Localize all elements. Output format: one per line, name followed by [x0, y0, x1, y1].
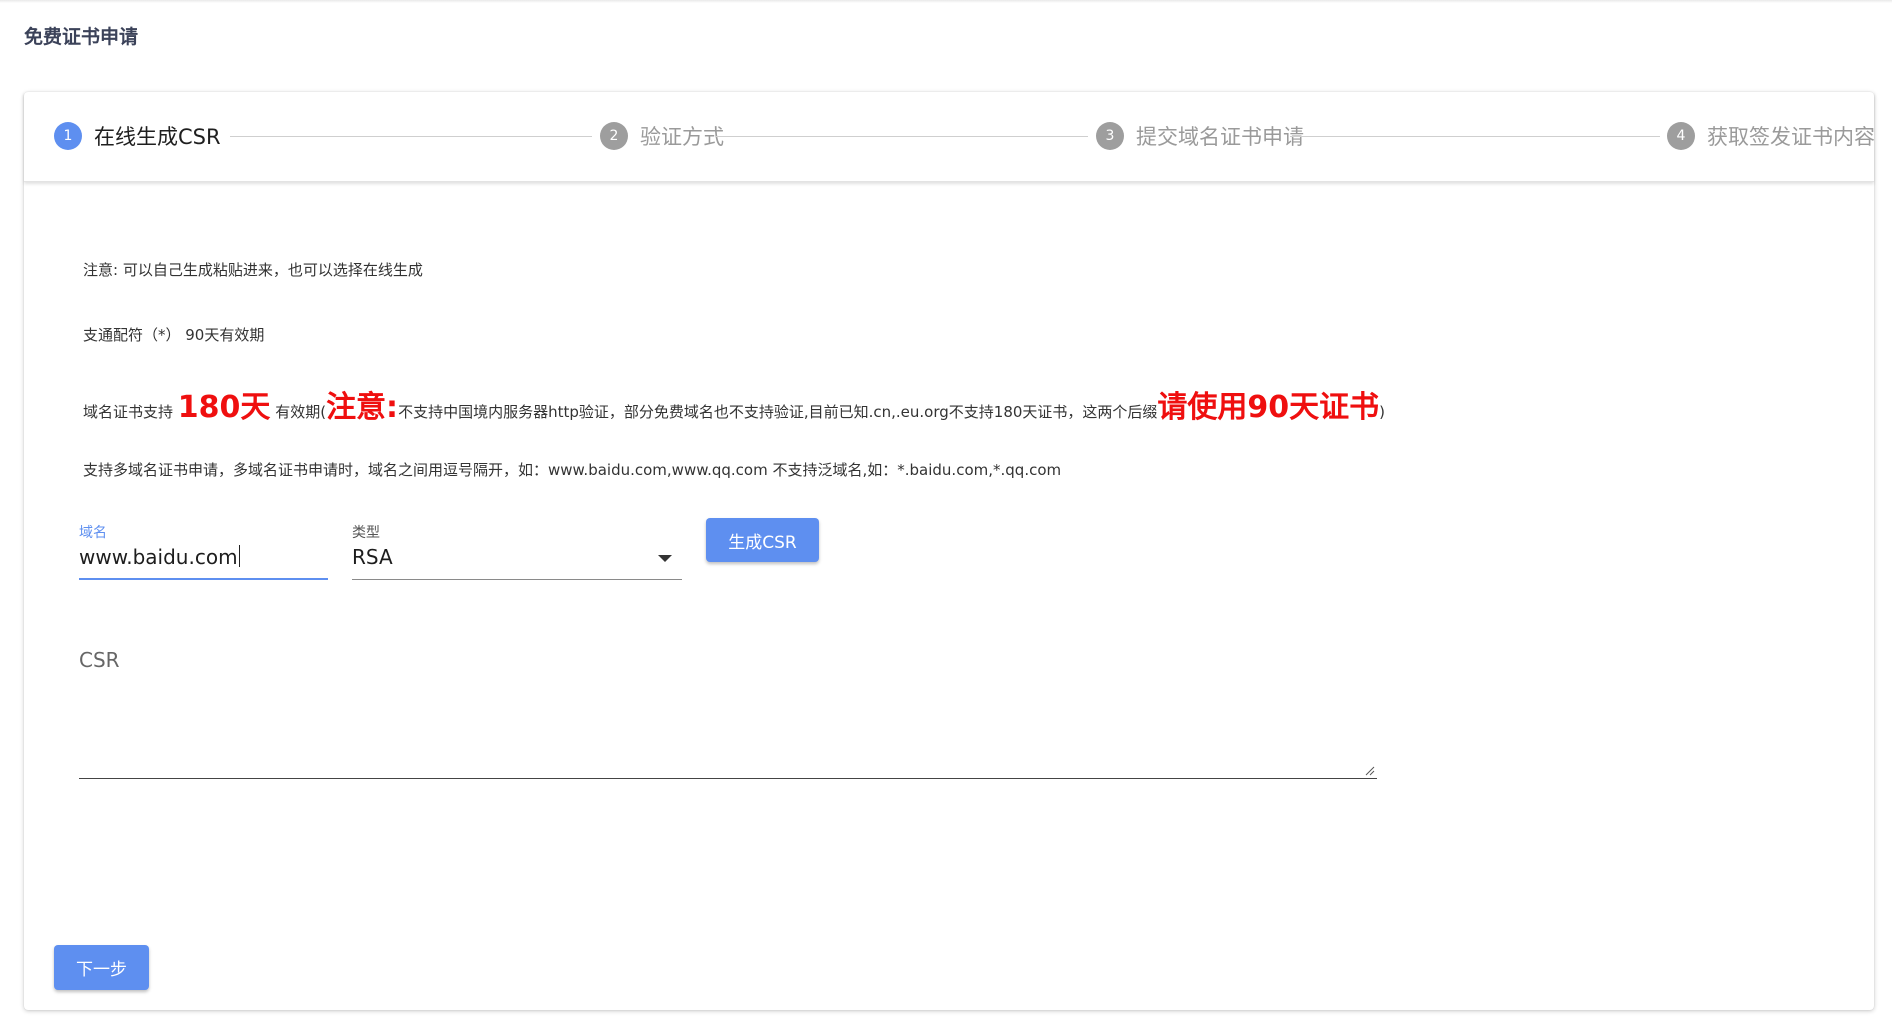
next-step-button[interactable]: 下一步 — [54, 945, 149, 990]
step-number-1: 1 — [54, 122, 82, 150]
text-caret — [238, 545, 240, 567]
note-text: ) — [1379, 403, 1386, 421]
note-line-4: 支持多域名证书申请，多域名证书申请时，域名之间用逗号隔开，如：www.baidu… — [83, 461, 1062, 479]
step-label-2: 验证方式 — [640, 125, 724, 149]
step-number-2: 2 — [600, 122, 628, 150]
top-shadow — [0, 0, 1892, 3]
highlight-use-90-days: 请使用90天证书 — [1157, 390, 1380, 425]
highlight-180-days: 180天 — [177, 390, 271, 425]
step-label-1: 在线生成CSR — [94, 125, 221, 149]
step-label-4: 获取签发证书内容 — [1707, 125, 1875, 149]
note-text: 域名证书支持 — [83, 403, 174, 421]
step-1[interactable]: 1 在线生成CSR — [54, 121, 221, 151]
csr-label: CSR — [79, 648, 120, 672]
step-number-3: 3 — [1096, 122, 1124, 150]
page-title: 免费证书申请 — [24, 26, 139, 48]
certificate-card: 1 在线生成CSR 2 验证方式 3 提交域名证书申请 4 获取签发证书内容 注… — [24, 92, 1875, 1010]
dropdown-arrow-icon[interactable] — [658, 555, 672, 562]
step-3[interactable]: 3 提交域名证书申请 — [1096, 121, 1304, 151]
note-line-1: 注意: 可以自己生成粘贴进来，也可以选择在线生成 — [83, 261, 423, 279]
note-text: 不支持中国境内服务器http验证，部分免费域名也不支持验证,目前已知.cn,.e… — [398, 403, 1158, 421]
step-connector — [1290, 136, 1660, 137]
stepper: 1 在线生成CSR 2 验证方式 3 提交域名证书申请 4 获取签发证书内容 — [24, 92, 1875, 182]
domain-input[interactable]: www.baidu.com — [79, 545, 240, 569]
note-text: 有效期( — [275, 403, 327, 421]
type-select[interactable]: RSA — [352, 545, 393, 569]
resize-grip-icon[interactable] — [1365, 766, 1375, 776]
type-select-underline — [352, 579, 682, 580]
note-line-2: 支通配符（*） 90天有效期 — [83, 326, 265, 344]
generate-csr-button[interactable]: 生成CSR — [706, 518, 819, 562]
step-connector — [716, 136, 1088, 137]
step-number-4: 4 — [1667, 122, 1695, 150]
domain-input-underline — [79, 578, 328, 580]
type-label: 类型 — [352, 525, 380, 541]
step-4[interactable]: 4 获取签发证书内容 — [1667, 121, 1875, 151]
highlight-attention: 注意: — [326, 390, 399, 425]
step-connector — [230, 136, 592, 137]
domain-label: 域名 — [79, 525, 107, 541]
domain-value: www.baidu.com — [79, 545, 238, 569]
step-label-3: 提交域名证书申请 — [1136, 125, 1304, 149]
csr-textarea[interactable] — [79, 682, 1377, 779]
note-line-3: 域名证书支持 180天 有效期(注意:不支持中国境内服务器http验证，部分免费… — [83, 382, 1385, 426]
step-2[interactable]: 2 验证方式 — [600, 121, 724, 151]
